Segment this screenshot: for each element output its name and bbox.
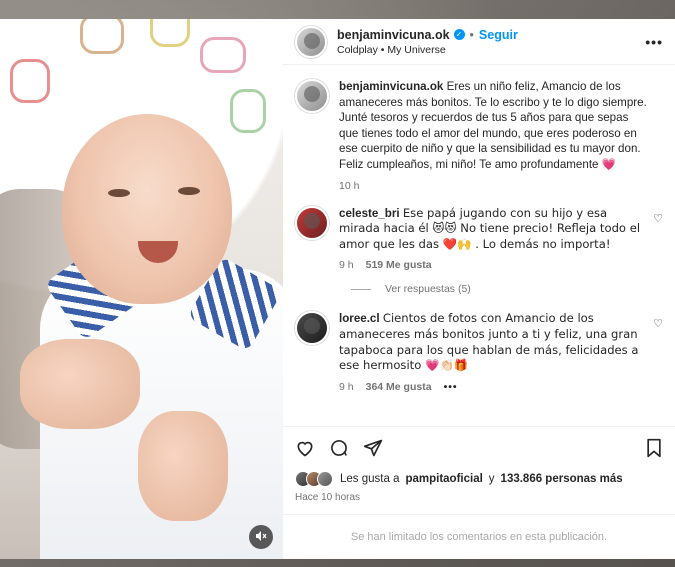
separator: • <box>469 27 474 42</box>
comment-time: 9 h <box>339 380 354 393</box>
comment-like-heart-icon[interactable]: ♡ <box>653 317 663 330</box>
post-time: Hace 10 horas <box>295 492 361 503</box>
comment-like-heart-icon[interactable]: ♡ <box>653 212 663 225</box>
mute-button[interactable] <box>249 525 273 549</box>
comment-likes[interactable]: 519 Me gusta <box>366 259 432 271</box>
view-replies-label: Ver respuestas (5) <box>385 283 471 296</box>
comment-username[interactable]: celeste_bri <box>339 207 400 220</box>
heart-outline-icon[interactable] <box>295 438 315 464</box>
pattern-shape <box>150 19 190 47</box>
comment-time: 9 h <box>339 259 354 272</box>
caption-avatar[interactable] <box>295 79 329 113</box>
music-artist: Coldplay <box>337 43 378 56</box>
post-header: benjaminvicuna.ok ✓ • Seguir Coldplay • … <box>283 19 675 65</box>
commenter-avatar[interactable] <box>295 311 329 346</box>
comment-likes[interactable]: 364 Me gusta <box>366 381 432 393</box>
likes-summary[interactable]: Les gusta a pampitaoficial y 133.866 per… <box>295 471 663 487</box>
comment-bubble-icon[interactable] <box>329 438 349 464</box>
verified-badge-icon: ✓ <box>453 29 465 40</box>
author-avatar[interactable] <box>295 25 327 58</box>
post-modal: benjaminvicuna.ok ✓ • Seguir Coldplay • … <box>0 19 675 559</box>
caption-text: Eres un niño feliz, Amancio de los amane… <box>339 80 647 171</box>
liker-avatars <box>295 471 333 487</box>
commenter-avatar[interactable] <box>295 205 329 240</box>
caption-username[interactable]: benjaminvicuna.ok <box>339 80 443 93</box>
baby-hand <box>138 411 228 521</box>
comment-text: Cientos de fotos con Amancio de los aman… <box>339 311 639 373</box>
author-username[interactable]: benjaminvicuna.ok <box>337 28 450 42</box>
comment-item: celeste_bri Ese papá jugando con su hijo… <box>295 205 663 272</box>
bookmark-icon[interactable] <box>645 438 663 464</box>
more-options-button[interactable]: ••• <box>645 34 663 50</box>
likes-count[interactable]: 133.866 personas más <box>501 473 623 485</box>
post-video[interactable] <box>0 19 283 559</box>
view-replies-button[interactable]: Ver respuestas (5) <box>351 283 663 295</box>
replies-line <box>351 288 371 290</box>
likes-connector: y <box>488 473 495 485</box>
caption-time: 10 h <box>339 179 360 192</box>
baby-eye <box>178 187 200 195</box>
post-panel: benjaminvicuna.ok ✓ • Seguir Coldplay • … <box>283 19 675 559</box>
likes-user[interactable]: pampitaoficial <box>405 473 482 485</box>
baby-face <box>62 114 232 304</box>
likes-prefix: Les gusta a <box>340 473 400 485</box>
follow-button[interactable]: Seguir <box>479 28 518 42</box>
paper-plane-icon[interactable] <box>363 438 383 464</box>
comment-item: loree.cl Cientos de fotos con Amancio de… <box>295 311 663 393</box>
baby-eye <box>108 189 130 197</box>
comment-username[interactable]: loree.cl <box>339 312 380 325</box>
comments-list: benjaminvicuna.ok Eres un niño feliz, Am… <box>283 65 675 426</box>
pattern-shape <box>10 59 50 103</box>
music-info[interactable]: Coldplay • My Universe <box>337 44 645 56</box>
caption-emoji: 💗 <box>601 156 617 171</box>
caption: benjaminvicuna.ok Eres un niño feliz, Am… <box>295 79 663 192</box>
comments-limited-notice: Se han limitado los comentarios en esta … <box>283 514 675 559</box>
pattern-shape <box>230 89 266 133</box>
pattern-shape <box>80 19 124 54</box>
speaker-muted-icon <box>255 530 267 545</box>
music-track: My Universe <box>387 43 446 56</box>
music-separator: • <box>377 43 388 56</box>
adult-hand <box>20 339 140 429</box>
pattern-shape <box>200 37 246 73</box>
comment-more-button[interactable]: ••• <box>444 381 458 393</box>
